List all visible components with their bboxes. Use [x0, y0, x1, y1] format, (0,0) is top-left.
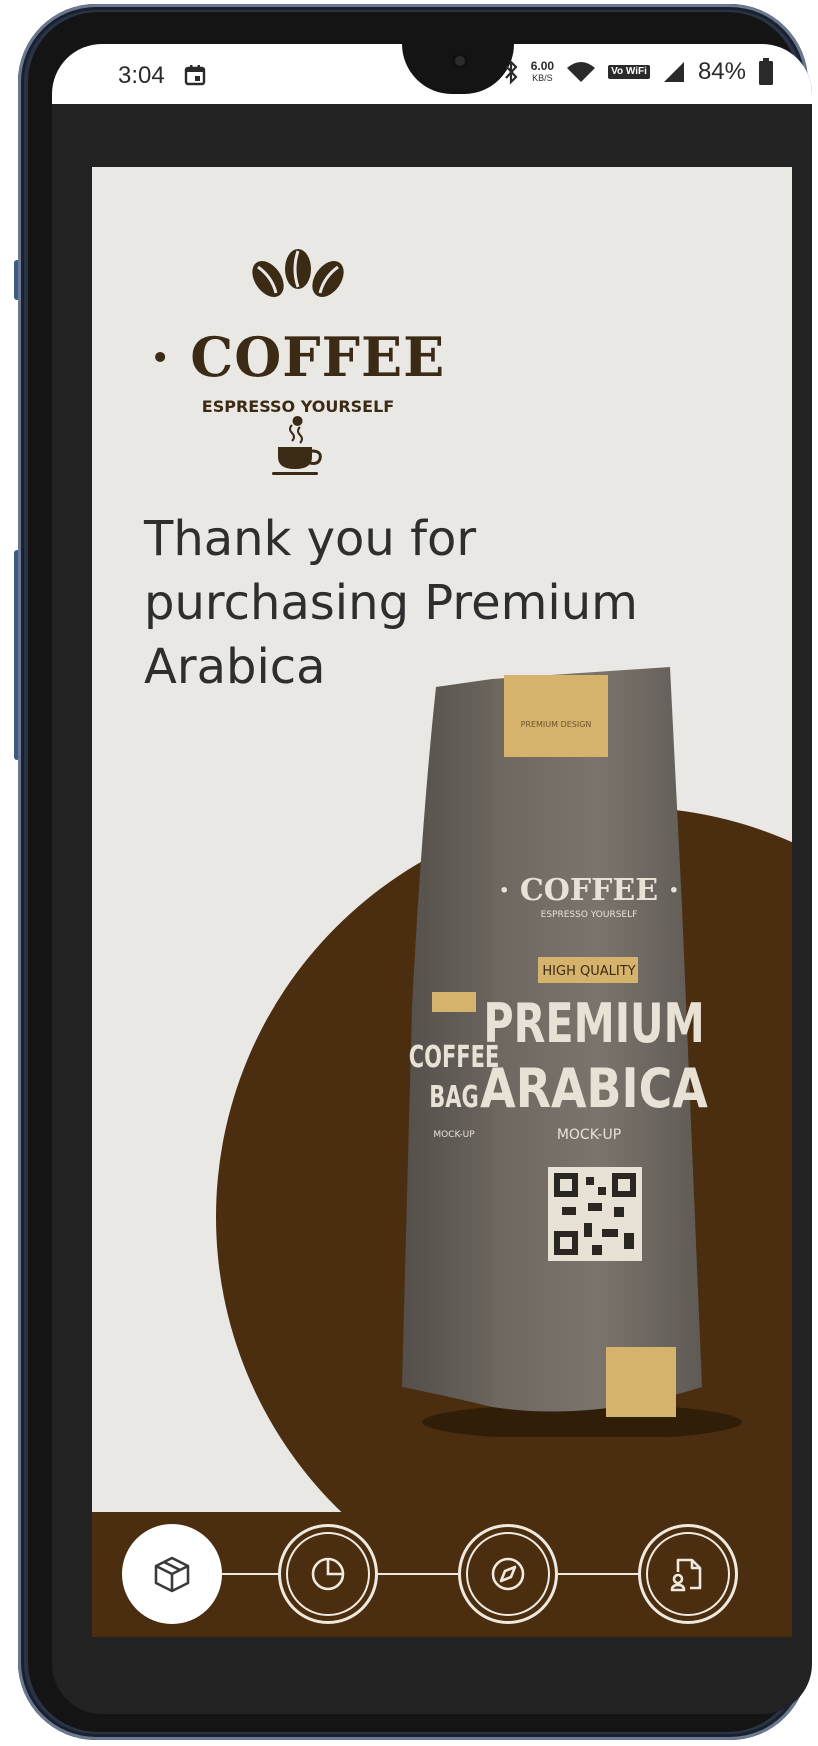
coffee-cup-icon: [272, 424, 322, 475]
svg-text:PREMIUM DESIGN: PREMIUM DESIGN: [521, 720, 592, 729]
phone-frame: 3:04 6.00 KB/S Vo WiFi 84% · COFFEE · ES…: [18, 4, 812, 1740]
svg-text:ESPRESSO YOURSELF: ESPRESSO YOURSELF: [541, 910, 638, 920]
battery-percent: 84%: [697, 58, 746, 85]
network-speed-value: 6.00: [530, 59, 555, 73]
coffee-bag-image: · COFFEE · ESPRESSO YOURSELF HIGH QUALIT…: [402, 667, 742, 1437]
front-camera: [451, 52, 469, 70]
status-bar: 3:04 6.00 KB/S Vo WiFi 84%: [52, 44, 812, 104]
signal-icon: [663, 62, 684, 82]
document-person-icon: [670, 1558, 702, 1592]
step-navigation: [92, 1512, 792, 1637]
svg-text:HIGH QUALITY: HIGH QUALITY: [542, 964, 635, 979]
step-profile-button[interactable]: [638, 1524, 738, 1624]
svg-text:MOCK-UP: MOCK-UP: [433, 1130, 475, 1140]
svg-text:ARABICA: ARABICA: [480, 1056, 708, 1120]
pie-chart-icon: [311, 1557, 345, 1591]
status-time: 3:04: [118, 62, 165, 89]
coffee-beans-icon: [252, 249, 344, 298]
vowifi-badge: Vo WiFi: [608, 65, 650, 79]
main-content: · COFFEE · ESPRESSO YOURSELF Thank you f…: [92, 167, 792, 1637]
step-stats-button[interactable]: [278, 1524, 378, 1624]
wifi-icon: [567, 62, 596, 82]
qr-code: [548, 1167, 642, 1261]
coffee-logo: · COFFEE · ESPRESSO YOURSELF: [148, 247, 448, 477]
network-speed-unit: KB/S: [532, 73, 553, 83]
bluetooth-icon: [504, 59, 518, 85]
box-icon: [154, 1556, 190, 1593]
step-order-button[interactable]: [122, 1524, 222, 1624]
network-speed: 6.00 KB/S: [531, 60, 554, 84]
camera-notch: [402, 44, 514, 94]
step-connector: [222, 1573, 278, 1575]
svg-text:BAG: BAG: [429, 1080, 478, 1115]
battery-icon: [759, 58, 773, 85]
compass-icon: [491, 1557, 525, 1591]
step-connector: [558, 1573, 638, 1575]
logo-tagline: ESPRESSO YOURSELF: [201, 397, 395, 416]
calendar-icon: [184, 65, 206, 86]
status-icons: 6.00 KB/S Vo WiFi 84%: [503, 58, 774, 86]
step-explore-button[interactable]: [458, 1524, 558, 1624]
svg-text:COFFEE: COFFEE: [409, 1040, 500, 1075]
svg-text:PREMIUM: PREMIUM: [483, 991, 704, 1055]
step-connector: [378, 1573, 458, 1575]
svg-text:· COFFEE ·: · COFFEE ·: [499, 873, 679, 908]
svg-text:MOCK-UP: MOCK-UP: [557, 1127, 621, 1143]
screen: 3:04 6.00 KB/S Vo WiFi 84% · COFFEE · ES…: [52, 44, 812, 1714]
